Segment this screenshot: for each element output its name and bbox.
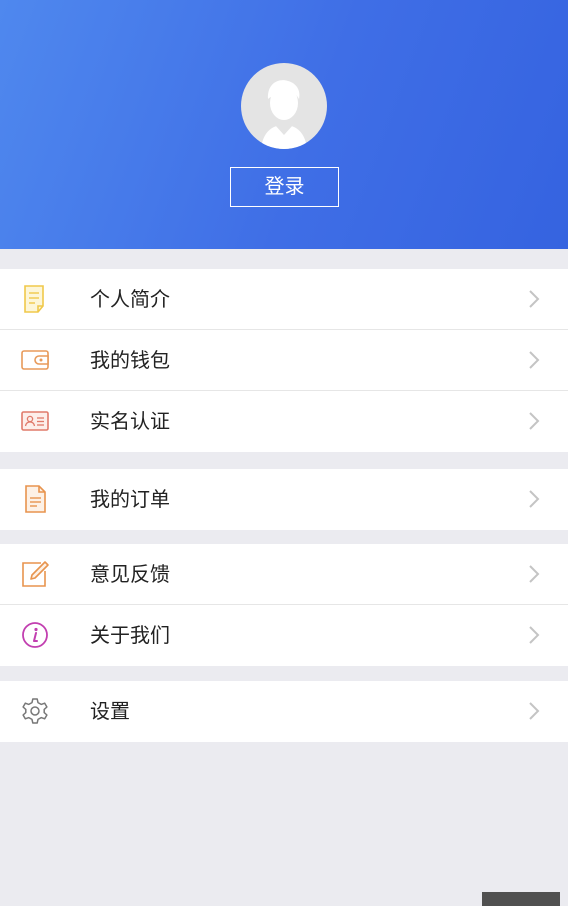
gear-icon — [19, 696, 51, 726]
menu-item-verification[interactable]: 实名认证 — [0, 391, 568, 452]
order-icon — [19, 484, 51, 514]
chevron-right-icon — [526, 350, 542, 370]
chevron-right-icon — [526, 625, 542, 645]
wallet-icon — [19, 345, 51, 375]
chevron-right-icon — [526, 289, 542, 309]
chevron-right-icon — [526, 411, 542, 431]
info-icon — [19, 620, 51, 650]
chevron-right-icon — [526, 489, 542, 509]
user-silhouette-icon — [261, 80, 307, 149]
menu-item-feedback[interactable]: 意见反馈 — [0, 544, 568, 605]
menu-label: 意见反馈 — [90, 562, 170, 586]
menu-item-orders[interactable]: 我的订单 — [0, 469, 568, 530]
menu-label: 设置 — [90, 699, 130, 723]
menu-item-about[interactable]: 关于我们 — [0, 605, 568, 666]
chevron-right-icon — [526, 564, 542, 584]
menu-group-settings: 设置 — [0, 681, 568, 742]
avatar[interactable] — [241, 63, 327, 149]
menu-label: 我的订单 — [90, 487, 170, 511]
bottom-overlay — [482, 892, 560, 906]
menu-item-profile[interactable]: 个人简介 — [0, 269, 568, 330]
menu-group-orders: 我的订单 — [0, 469, 568, 530]
document-icon — [19, 284, 51, 314]
login-button[interactable]: 登录 — [230, 167, 339, 207]
menu-group-support: 意见反馈 关于我们 — [0, 544, 568, 666]
menu-label: 我的钱包 — [90, 348, 170, 372]
menu-label: 实名认证 — [90, 409, 170, 433]
id-card-icon — [19, 406, 51, 436]
profile-header: 登录 — [0, 0, 568, 249]
menu-group-profile: 个人简介 我的钱包 实名认证 — [0, 269, 568, 452]
feedback-edit-icon — [19, 559, 51, 589]
menu-item-settings[interactable]: 设置 — [0, 681, 568, 742]
menu-label: 关于我们 — [90, 623, 170, 647]
menu-label: 个人简介 — [90, 287, 170, 311]
menu-item-wallet[interactable]: 我的钱包 — [0, 330, 568, 391]
chevron-right-icon — [526, 701, 542, 721]
